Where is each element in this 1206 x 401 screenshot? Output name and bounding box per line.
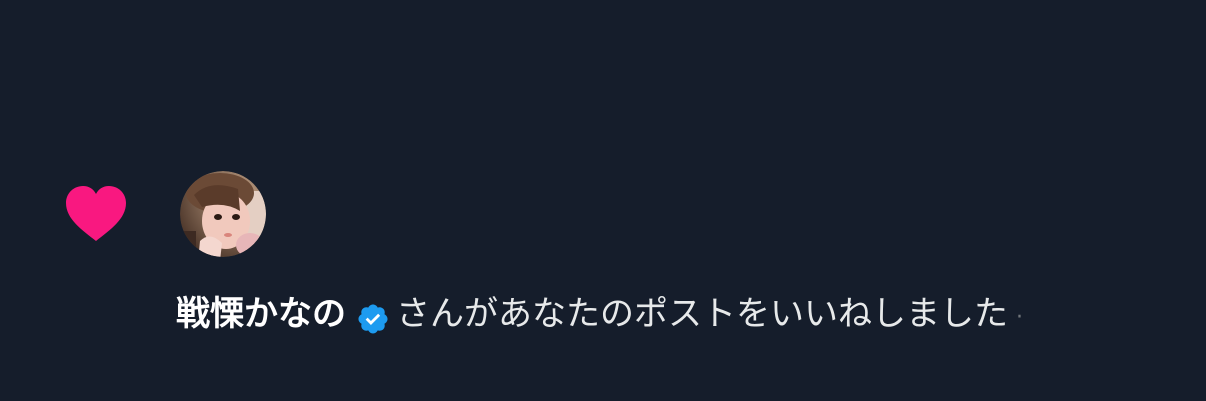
avatar[interactable] bbox=[180, 171, 266, 257]
separator-dot: · bbox=[1016, 305, 1023, 330]
notification-message: さんがあなたのポストをいいねしました bbox=[396, 294, 1008, 334]
heart-icon bbox=[64, 184, 128, 244]
verified-badge-icon bbox=[356, 297, 390, 334]
like-notification[interactable]: 戦慄かなの さんがあなたのポストをいいねしました · bbox=[0, 0, 1206, 401]
user-display-name[interactable]: 戦慄かなの bbox=[176, 286, 346, 342]
notification-text: 戦慄かなの さんがあなたのポストをいいねしました · bbox=[176, 286, 1023, 342]
